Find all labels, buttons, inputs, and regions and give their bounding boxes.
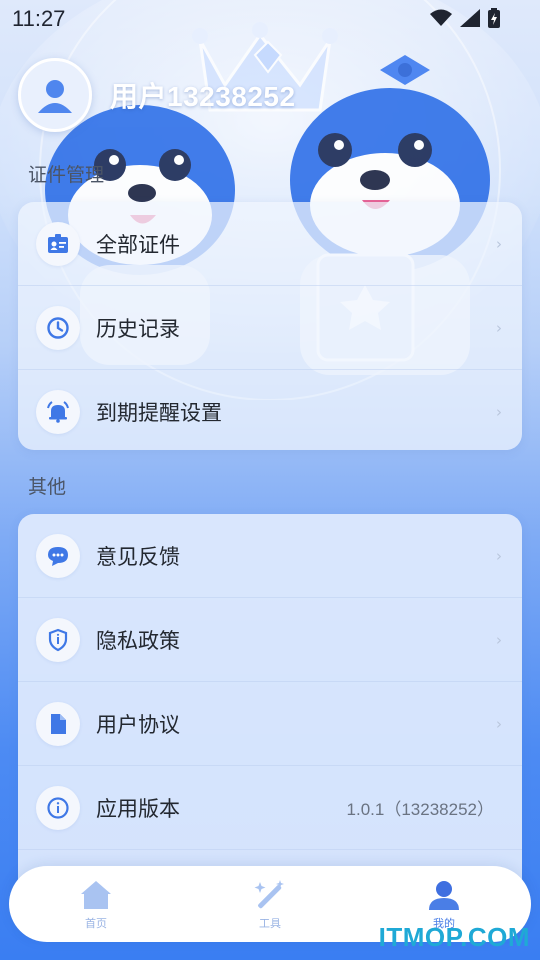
chevron-right-icon: ›: [496, 714, 502, 733]
menu-label: 意见反馈: [96, 544, 180, 569]
menu-item-feedback[interactable]: 意见反馈 ›: [18, 514, 522, 598]
menu-item-expiry-reminder[interactable]: 到期提醒设置 ›: [18, 370, 522, 450]
user-avatar-icon[interactable]: [18, 58, 92, 132]
menu-item-privacy-policy[interactable]: 隐私政策 ›: [18, 598, 522, 682]
app-version-value: 1.0.1（13238252）: [346, 800, 494, 819]
nav-label: 首页: [85, 916, 107, 930]
chevron-right-icon: ›: [496, 234, 502, 253]
home-icon: [81, 880, 111, 909]
username: 用户13238252: [110, 81, 296, 112]
cert-menu-card: 全部证件 › 历史记录 › 到期提醒设置 ›: [18, 202, 522, 450]
clock-icon: [36, 305, 80, 350]
watermark-logo: ITMOP.COM: [378, 922, 530, 952]
wifi-icon: [430, 9, 452, 26]
profile-icon: [429, 880, 459, 910]
bell-icon: [36, 389, 80, 434]
menu-label: 隐私政策: [96, 628, 180, 653]
chevron-right-icon: ›: [496, 630, 502, 649]
section-title-other: 其他: [28, 476, 67, 498]
section-title-cert: 证件管理: [28, 164, 105, 186]
nav-tools[interactable]: 工具: [183, 866, 357, 942]
document-icon: [36, 701, 80, 746]
status-time: 11:27: [12, 6, 66, 31]
status-bar: 11:27: [0, 0, 540, 40]
info-icon: [36, 785, 80, 830]
menu-item-app-version[interactable]: 应用版本 1.0.1（13238252）: [18, 766, 522, 850]
chevron-right-icon: ›: [496, 546, 502, 565]
menu-label: 全部证件: [96, 232, 180, 257]
menu-label: 到期提醒设置: [96, 400, 222, 425]
menu-label: 用户协议: [96, 712, 180, 737]
menu-item-all-certificates[interactable]: 全部证件 ›: [18, 202, 522, 286]
menu-label: 历史记录: [96, 316, 180, 341]
profile-header[interactable]: 用户13238252: [18, 58, 296, 132]
signal-icon: [460, 9, 480, 27]
chevron-right-icon: ›: [496, 402, 502, 421]
status-icons: [430, 8, 500, 28]
chat-bubble-icon: [36, 533, 80, 578]
menu-item-history[interactable]: 历史记录 ›: [18, 286, 522, 370]
nav-label: 工具: [259, 916, 281, 930]
chevron-right-icon: ›: [496, 318, 502, 337]
id-card-icon: [36, 221, 80, 266]
shield-icon: [36, 617, 80, 662]
nav-home[interactable]: 首页: [9, 866, 183, 942]
menu-item-user-agreement[interactable]: 用户协议 ›: [18, 682, 522, 766]
battery-charging-icon: [488, 8, 500, 28]
menu-label: 应用版本: [96, 796, 180, 821]
magic-wand-icon: [254, 879, 284, 908]
